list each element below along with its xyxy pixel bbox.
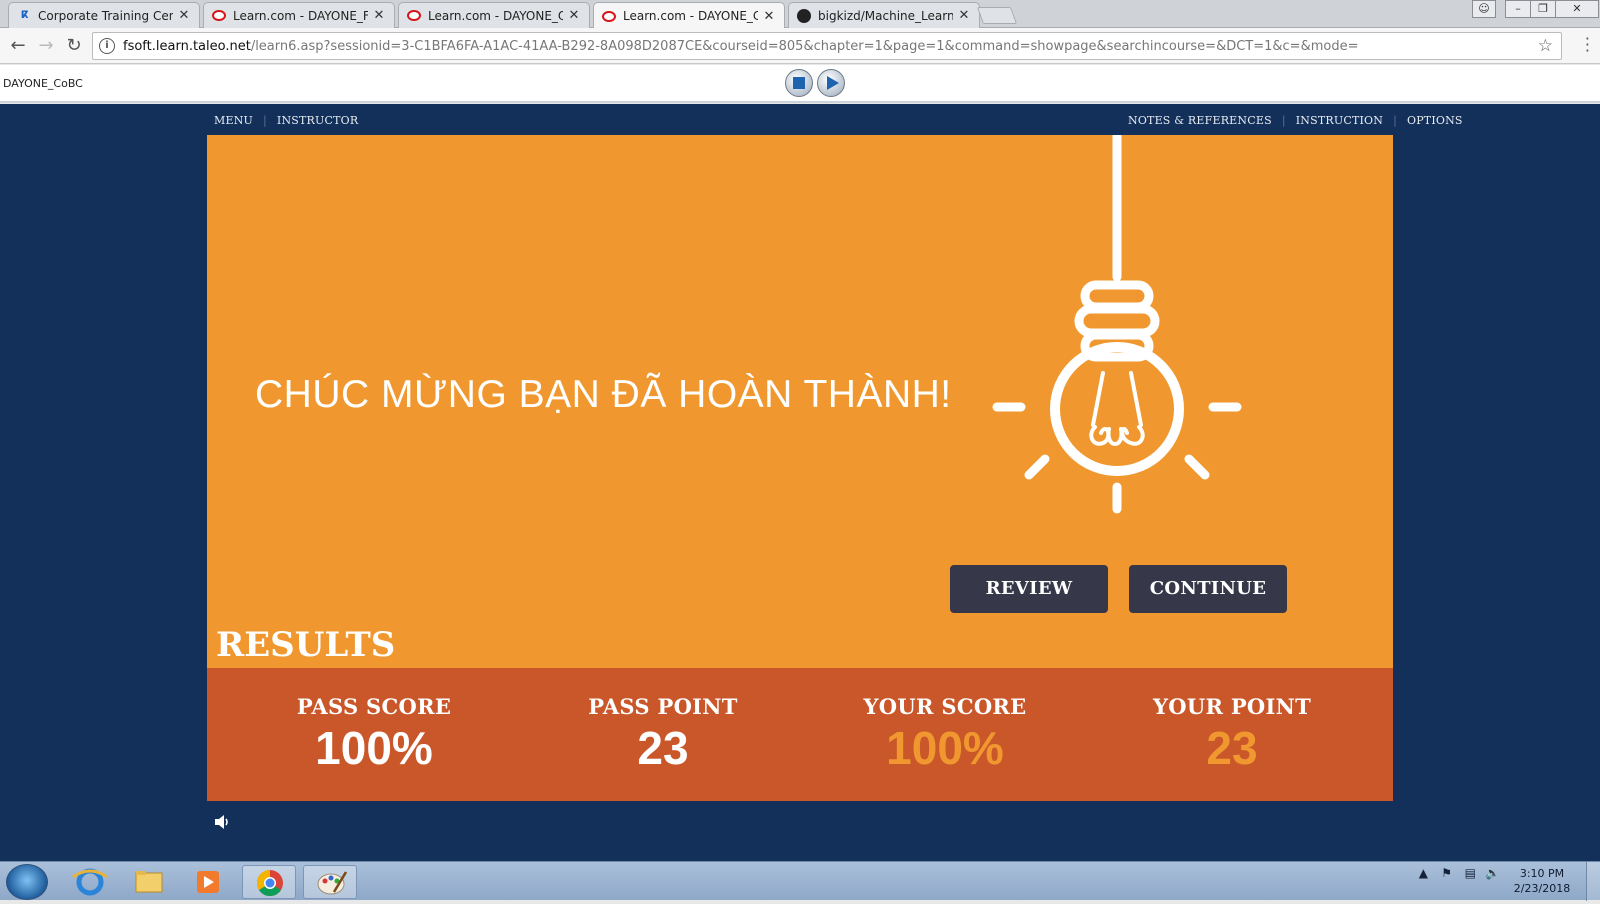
your-point-stat: YOUR POINT 23	[1087, 694, 1377, 775]
corporate-favicon-icon: ⴽ	[20, 10, 29, 21]
restore-icon[interactable]: ❐	[1530, 0, 1556, 18]
close-tab-icon[interactable]: ✕	[762, 9, 776, 24]
url-host: fsoft.learn.taleo.net	[123, 38, 251, 54]
instructor-link[interactable]: INSTRUCTOR	[277, 114, 358, 127]
nav-separator: |	[263, 114, 267, 127]
stat-value: 100%	[315, 722, 433, 774]
course-code: DAYONE_CoBC	[3, 77, 83, 90]
action-center-flag-icon[interactable]: ⚑	[1441, 866, 1452, 880]
close-tab-icon[interactable]: ✕	[957, 8, 971, 23]
browser-tab-4-active[interactable]: Learn.com - DAYONE_Co ✕	[593, 2, 785, 29]
close-window-icon[interactable]: ✕	[1555, 0, 1599, 18]
system-clock[interactable]: 3:10 PM 2/23/2018	[1502, 866, 1582, 896]
instruction-link[interactable]: INSTRUCTION	[1296, 114, 1383, 127]
browser-tab-5[interactable]: bigkizd/Machine_Learnin ✕	[788, 2, 980, 28]
menu-link[interactable]: MENU	[214, 114, 253, 127]
site-info-icon[interactable]: i	[99, 38, 115, 54]
course-nav-right: NOTES & REFERENCES | INSTRUCTION | OPTIO…	[1128, 114, 1463, 127]
your-score-stat: YOUR SCORE 100%	[800, 694, 1090, 775]
show-hidden-icons[interactable]: ▲	[1419, 866, 1428, 880]
file-explorer-icon[interactable]	[122, 865, 176, 899]
url-path: /learn6.asp?sessionid=3-C1BFA6FA-A1AC-41…	[250, 38, 1359, 54]
browser-tab-strip: ⴽ Corporate Training Cente ✕ Learn.com -…	[0, 0, 1600, 29]
oracle-favicon-icon	[602, 9, 616, 23]
oracle-favicon-icon	[407, 9, 421, 23]
notes-references-link[interactable]: NOTES & REFERENCES	[1128, 114, 1272, 127]
chrome-taskbar-icon[interactable]	[242, 865, 296, 899]
forward-arrow-icon[interactable]: →	[34, 34, 58, 58]
browser-tab-2[interactable]: Learn.com - DAYONE_FW ✕	[203, 2, 395, 28]
tab-title: Corporate Training Cente	[38, 8, 173, 23]
github-favicon-icon	[797, 8, 811, 23]
clock-time: 3:10 PM	[1519, 867, 1565, 880]
paint-icon[interactable]	[303, 865, 357, 899]
browser-tab-1[interactable]: ⴽ Corporate Training Cente ✕	[8, 2, 200, 28]
results-heading: RESULTS	[216, 625, 396, 665]
back-arrow-icon[interactable]: ←	[6, 34, 30, 58]
profile-icon[interactable]: ☺	[1472, 0, 1496, 18]
bookmark-star-icon[interactable]: ☆	[1538, 36, 1553, 56]
tab-title: Learn.com - DAYONE_Co	[623, 9, 758, 23]
tab-title: Learn.com - DAYONE_FW	[233, 8, 368, 23]
media-player-icon[interactable]	[181, 865, 235, 899]
volume-icon[interactable]: 🔈	[1485, 866, 1500, 880]
stat-value: 23	[1206, 722, 1258, 774]
nav-separator: |	[1281, 114, 1286, 127]
stat-value: 23	[637, 722, 689, 774]
tab-title: Learn.com - DAYONE_QI	[428, 8, 563, 23]
stat-label: YOUR SCORE	[863, 694, 1027, 719]
stat-label: YOUR POINT	[1152, 694, 1312, 719]
tab-title: bigkizd/Machine_Learnin	[818, 8, 953, 23]
address-bar[interactable]: i fsoft.learn.taleo.net/learn6.asp?sessi…	[92, 32, 1562, 60]
results-panel: PASS SCORE 100% PASS POINT 23 YOUR SCORE…	[207, 668, 1393, 801]
windows-taskbar: ▲ ⚑ ▤ 🔈 3:10 PM 2/23/2018	[0, 861, 1600, 901]
close-tab-icon[interactable]: ✕	[567, 8, 581, 23]
pass-point-stat: PASS POINT 23	[518, 694, 808, 775]
continue-button[interactable]: CONTINUE	[1129, 565, 1287, 613]
nav-separator: |	[1393, 114, 1397, 127]
browser-toolbar: ← → ↻ i fsoft.learn.taleo.net/learn6.asp…	[0, 28, 1600, 64]
stop-button[interactable]	[785, 69, 813, 97]
stop-icon	[793, 77, 805, 89]
oracle-favicon-icon	[212, 9, 226, 23]
browser-tab-3[interactable]: Learn.com - DAYONE_QI ✕	[398, 2, 590, 28]
play-button[interactable]	[817, 69, 845, 97]
network-icon[interactable]: ▤	[1465, 866, 1476, 880]
course-stage: MENU | INSTRUCTOR NOTES & REFERENCES | I…	[0, 104, 1600, 861]
browser-menu-icon[interactable]: · · ·	[1585, 31, 1590, 59]
new-tab-button[interactable]	[976, 7, 1018, 24]
stat-label: PASS POINT	[588, 694, 738, 719]
stat-label: PASS SCORE	[296, 694, 452, 719]
player-toolbar: DAYONE_CoBC	[0, 65, 1600, 103]
internet-explorer-icon[interactable]	[63, 865, 117, 899]
show-desktop-button[interactable]	[1586, 862, 1600, 901]
completion-card: CHÚC MỪNG BẠN ĐÃ HOÀN THÀNH! REVIEW CONT…	[207, 135, 1393, 668]
pass-score-stat: PASS SCORE 100%	[229, 694, 519, 775]
clock-date: 2/23/2018	[1513, 882, 1571, 895]
lightbulb-icon	[992, 135, 1242, 514]
options-link[interactable]: OPTIONS	[1407, 114, 1463, 127]
stat-value: 100%	[886, 722, 1004, 774]
reload-icon[interactable]: ↻	[62, 34, 86, 58]
speaker-icon[interactable]	[214, 814, 232, 830]
completion-headline: CHÚC MỪNG BẠN ĐÃ HOÀN THÀNH!	[255, 373, 952, 416]
close-tab-icon[interactable]: ✕	[177, 8, 191, 23]
minimize-icon[interactable]: –	[1505, 0, 1531, 18]
course-nav-left: MENU | INSTRUCTOR	[214, 114, 358, 127]
play-icon	[827, 76, 839, 90]
close-tab-icon[interactable]: ✕	[372, 8, 386, 23]
review-button[interactable]: REVIEW	[950, 565, 1108, 613]
windows-start-icon[interactable]	[6, 864, 48, 900]
